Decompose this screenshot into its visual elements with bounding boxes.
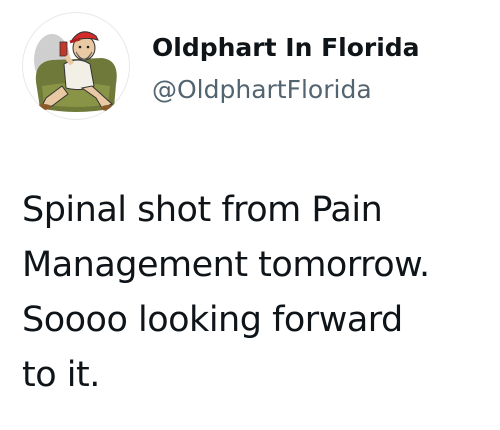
author-display-name[interactable]: Oldphart In Florida: [152, 32, 420, 64]
cartoon-old-man-avatar-icon: [34, 31, 117, 112]
tweet-text-line: Soooo looking forward: [22, 300, 403, 340]
tweet-header: Oldphart In Florida @OldphartFlorida: [22, 12, 482, 122]
profile-avatar[interactable]: [22, 12, 130, 120]
tweet-text-line: Management tomorrow.: [22, 245, 430, 285]
tweet-text-line: to it.: [22, 355, 100, 395]
tweet-text: Spinal shot from Pain Management tomorro…: [22, 183, 492, 403]
tweet-text-line: Spinal shot from Pain: [22, 190, 383, 230]
tweet-card: Oldphart In Florida @OldphartFlorida Spi…: [0, 0, 500, 430]
author-handle[interactable]: @OldphartFlorida: [152, 74, 372, 106]
